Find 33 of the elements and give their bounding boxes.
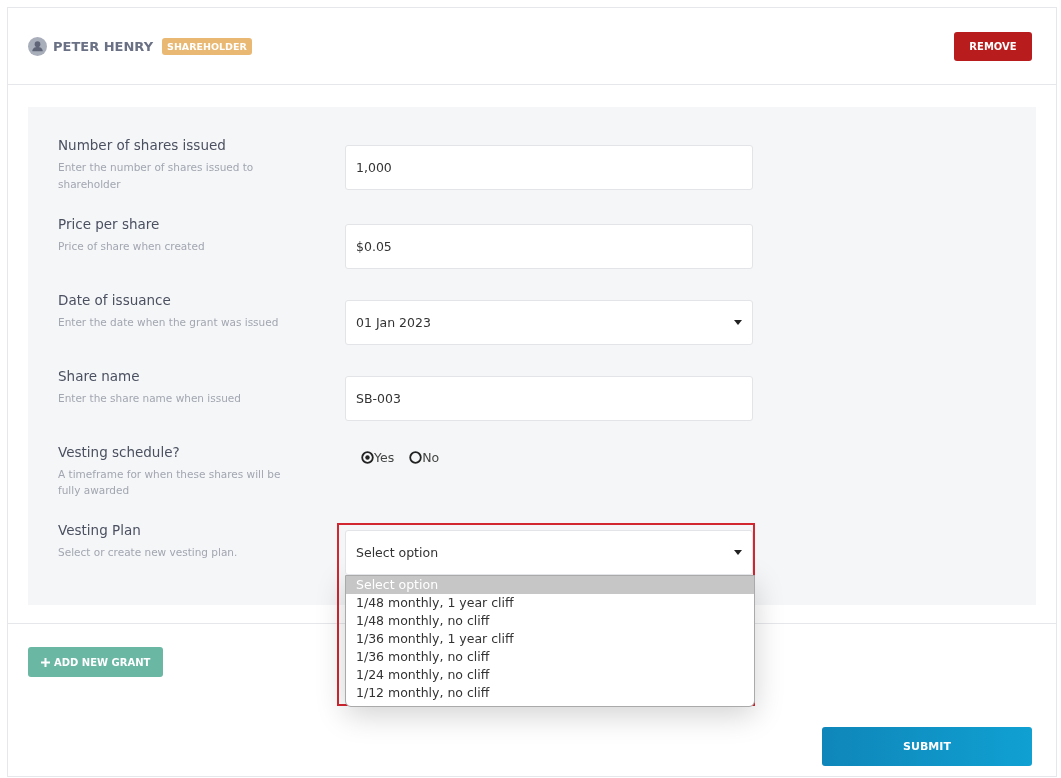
- field-label: Share name: [58, 367, 141, 384]
- remove-button[interactable]: REMOVE: [954, 31, 1032, 61]
- dropdown-option[interactable]: 1/12 monthly, no cliff: [346, 684, 754, 703]
- radio-option[interactable]: No: [409, 449, 440, 465]
- field-description: Price of share when created: [58, 238, 206, 254]
- dropdown-option[interactable]: 1/48 monthly, no cliff: [346, 612, 754, 631]
- user-icon: [28, 36, 47, 56]
- field-description: Enter the date when the grant was issued: [58, 314, 280, 330]
- dropdown-option[interactable]: 1/36 monthly, 1 year cliff: [346, 630, 754, 649]
- dropdown-option[interactable]: 1/36 monthly, no cliff: [346, 648, 754, 667]
- field-description: Enter the share name when issued: [58, 390, 242, 406]
- field-label: Vesting schedule?: [58, 443, 181, 460]
- text-field[interactable]: SB-003: [345, 375, 753, 421]
- caret-icon: [734, 319, 742, 325]
- caret-icon: [734, 550, 742, 556]
- role-badge: SHAREHOLDER: [162, 37, 252, 55]
- field-label: Vesting Plan: [58, 522, 142, 539]
- field-description: A timeframe for when these shares will be fully awarded: [58, 466, 282, 499]
- text-field[interactable]: $0.05: [345, 223, 753, 269]
- text-field[interactable]: 1,000: [345, 145, 753, 190]
- select-field[interactable]: 01 Jan 2023: [345, 299, 753, 345]
- field-description: Enter the number of shares issued to shareholder: [58, 160, 255, 192]
- shareholder-name: PETER HENRY: [53, 38, 154, 54]
- radio-option[interactable]: Yes: [361, 449, 395, 465]
- dropdown-option[interactable]: 1/24 monthly, no cliff: [346, 666, 754, 685]
- field-label: Date of issuance: [58, 291, 172, 308]
- field-label: Price per share: [58, 215, 161, 232]
- plus-icon: [41, 657, 50, 667]
- select-field[interactable]: Select option: [345, 530, 753, 576]
- field-description: Select or create new vesting plan.: [58, 545, 239, 561]
- submit-button[interactable]: SUBMIT: [822, 727, 1032, 766]
- dropdown-option[interactable]: 1/48 monthly, 1 year cliff: [346, 594, 754, 613]
- field-label: Number of shares issued: [58, 137, 227, 153]
